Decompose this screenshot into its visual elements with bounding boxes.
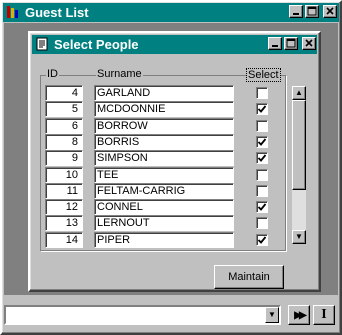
close-button[interactable] — [323, 5, 337, 18]
fast-forward-button[interactable]: ▶▶ — [288, 305, 310, 325]
id-field[interactable]: 6 — [45, 118, 83, 134]
scroll-down-button[interactable]: ▼ — [292, 230, 306, 244]
select-checkbox[interactable] — [256, 169, 268, 181]
surname-field[interactable]: SIMPSON — [94, 150, 234, 166]
surname-field[interactable]: CONNEL — [94, 199, 234, 215]
checkmark-icon — [257, 203, 267, 211]
vertical-scrollbar[interactable]: ▲ ▼ — [292, 86, 306, 244]
command-combo[interactable]: ▼ — [4, 305, 281, 325]
text-cursor-icon: I — [321, 307, 327, 322]
guest-list-titlebar[interactable]: Guest List — [3, 3, 339, 22]
id-field[interactable]: 4 — [45, 85, 83, 101]
inner-minimize-button[interactable] — [268, 37, 282, 50]
checkmark-icon — [257, 154, 267, 162]
select-checkbox[interactable] — [256, 87, 268, 99]
close-icon — [326, 7, 334, 15]
checkmark-icon — [257, 105, 267, 113]
checkmark-icon — [257, 236, 267, 244]
select-checkbox[interactable] — [256, 152, 268, 164]
minimize-button[interactable] — [289, 5, 303, 18]
maintain-button[interactable]: Maintain — [214, 265, 284, 289]
column-header-select: Select — [246, 68, 281, 82]
cursor-button[interactable]: I — [313, 305, 335, 325]
id-field[interactable]: 12 — [45, 199, 83, 215]
inner-close-button[interactable] — [302, 37, 316, 50]
chevron-down-icon: ▼ — [268, 310, 276, 319]
scroll-up-button[interactable]: ▲ — [292, 86, 306, 100]
fast-forward-icon: ▶▶ — [294, 310, 307, 321]
id-field[interactable]: 13 — [45, 215, 83, 231]
id-field[interactable]: 11 — [45, 183, 83, 199]
surname-field[interactable]: BORRIS — [94, 134, 234, 150]
scroll-thumb[interactable] — [292, 100, 306, 190]
maximize-icon — [286, 38, 296, 48]
surname-field[interactable]: FELTAM-CARRIG — [94, 183, 234, 199]
surname-field[interactable]: MCDOONNIE — [94, 101, 234, 117]
document-icon — [36, 37, 48, 51]
checkmark-icon — [257, 138, 267, 146]
column-header-id: ID — [46, 68, 59, 80]
id-field[interactable]: 5 — [45, 101, 83, 117]
id-field[interactable]: 9 — [45, 150, 83, 166]
arrow-up-icon: ▲ — [295, 88, 303, 97]
id-field[interactable]: 10 — [45, 167, 83, 183]
app-icon — [7, 6, 18, 18]
arrow-down-icon: ▼ — [295, 232, 303, 241]
maximize-button[interactable] — [305, 5, 319, 18]
surname-field[interactable]: GARLAND — [94, 85, 234, 101]
surname-field[interactable]: PIPER — [94, 232, 234, 248]
select-checkbox[interactable] — [256, 234, 268, 246]
select-checkbox[interactable] — [256, 217, 268, 229]
minimize-icon — [293, 13, 299, 15]
close-icon — [305, 39, 313, 47]
select-checkbox[interactable] — [256, 103, 268, 115]
id-field[interactable]: 8 — [45, 134, 83, 150]
surname-field[interactable]: LERNOUT — [94, 215, 234, 231]
select-checkbox[interactable] — [256, 185, 268, 197]
surname-field[interactable]: TEE — [94, 167, 234, 183]
id-field[interactable]: 14 — [45, 232, 83, 248]
select-checkbox[interactable] — [256, 136, 268, 148]
surname-field[interactable]: BORROW — [94, 118, 234, 134]
inner-maximize-button[interactable] — [284, 37, 298, 50]
maximize-icon — [307, 6, 317, 16]
select-checkbox[interactable] — [256, 201, 268, 213]
select-checkbox[interactable] — [256, 120, 268, 132]
select-people-titlebar[interactable]: Select People — [32, 35, 317, 54]
column-header-surname: Surname — [96, 68, 143, 80]
window-title: Guest List — [25, 5, 89, 20]
dialog-title: Select People — [54, 37, 139, 52]
minimize-icon — [272, 45, 278, 47]
combo-dropdown-button[interactable]: ▼ — [265, 307, 279, 323]
